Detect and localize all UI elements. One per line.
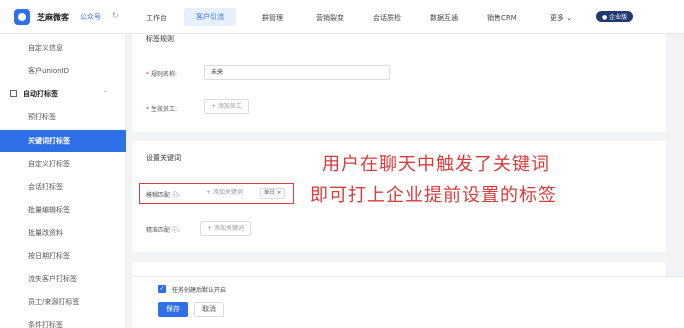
nav-sales-crm[interactable]: 销售CRM [487, 13, 517, 23]
nav-more-dropdown[interactable]: 更多 ⌄ [550, 13, 572, 23]
nav-session-quality[interactable]: 会话质检 [373, 13, 401, 23]
sidebar-group-auto-tag[interactable]: 自动打标签 ⌃ [0, 83, 126, 105]
sidebar-group-label: 自动打标签 [23, 90, 58, 98]
rule-name-label: * 规则名称: [146, 71, 178, 78]
add-staff-button[interactable]: + 添加员工 [204, 99, 249, 114]
nav-data-interop[interactable]: 数据互通 [430, 13, 458, 23]
sidebar-item-batch-edit-tag[interactable]: 批量编辑标签 [0, 199, 126, 221]
sidebar-item-custom-tag[interactable]: 自定义打标签 [0, 153, 126, 175]
sidebar-item-staff-source-tag[interactable]: 员工/来源打标签 [0, 291, 126, 313]
refresh-icon[interactable]: ↻ [112, 11, 119, 20]
add-fuzzy-keyword-button[interactable]: + 添加关键词 [200, 186, 249, 201]
auto-start-checkbox[interactable]: ✓ [158, 285, 166, 293]
keyword-tag[interactable]: 单日 × [260, 188, 286, 199]
sidebar: 自定义信息 客户unionID 自动打标签 ⌃ 预打标签 关键词打标签 自定义打… [0, 34, 126, 328]
sidebar-item-unionid[interactable]: 客户unionID [0, 60, 126, 82]
annotation-line-1: 用户在聊天中触发了关键词 [322, 154, 550, 175]
sidebar-item-date-tag[interactable]: 按日期打标签 [0, 245, 126, 267]
sidebar-item-session-tag[interactable]: 会话打标签 [0, 176, 126, 198]
add-exact-keyword-button[interactable]: + 添加关键词 [200, 221, 251, 236]
enterprise-badge[interactable]: ● 企业版 [596, 11, 634, 22]
cancel-button[interactable]: 取消 [194, 302, 224, 317]
account-type-link[interactable]: 公众号 [80, 12, 101, 22]
rule-card: 标签规则 * 规则名称: 未来 * 生效员工: + 添加员工 [132, 34, 666, 132]
top-header: 芝麻微客 公众号 ↻ 工作台 客户引流 群管理 营销裂变 会话质检 数据互通 销… [0, 0, 684, 34]
nav-marketing-fission[interactable]: 营销裂变 [316, 13, 344, 23]
sidebar-item-condition-tag[interactable]: 条件打标签 [0, 314, 126, 328]
rule-name-input[interactable]: 未来 [204, 65, 390, 80]
sidebar-item-pre-tag[interactable]: 预打标签 [0, 106, 126, 128]
footer-bar: ✓ 任务创建后默认开启 保存 取消 [132, 276, 684, 328]
tag-group-icon [10, 90, 17, 97]
sidebar-item-keyword-tag[interactable]: 关键词打标签 [0, 130, 126, 152]
app-logo-icon [14, 9, 30, 25]
sidebar-item-batch-edit-profile[interactable]: 批量改资料 [0, 222, 126, 244]
brand-name: 芝麻微客 [37, 13, 69, 22]
keyword-card-title: 设置关键词 [146, 154, 181, 162]
caret-up-icon[interactable]: ⌃ [103, 83, 108, 105]
sidebar-item-lost-customer-tag[interactable]: 流失客户打标签 [0, 268, 126, 290]
staff-label: * 生效员工: [146, 106, 178, 113]
fuzzy-match-label: 模糊匹配 ⓘ: [146, 192, 180, 199]
exact-match-label: 精准匹配 ⓘ: [146, 227, 180, 234]
save-button[interactable]: 保存 [158, 302, 188, 317]
nav-workbench[interactable]: 工作台 [146, 13, 167, 23]
auto-start-label: 任务创建后默认开启 [172, 287, 227, 294]
sidebar-item-custom-info[interactable]: 自定义信息 [0, 37, 126, 59]
nav-group-management[interactable]: 群管理 [262, 13, 283, 23]
nav-customer-acquisition[interactable]: 客户引流 [184, 8, 236, 26]
rule-card-title: 标签规则 [146, 35, 174, 43]
annotation-line-2: 即可打上企业提前设置的标签 [310, 185, 557, 206]
